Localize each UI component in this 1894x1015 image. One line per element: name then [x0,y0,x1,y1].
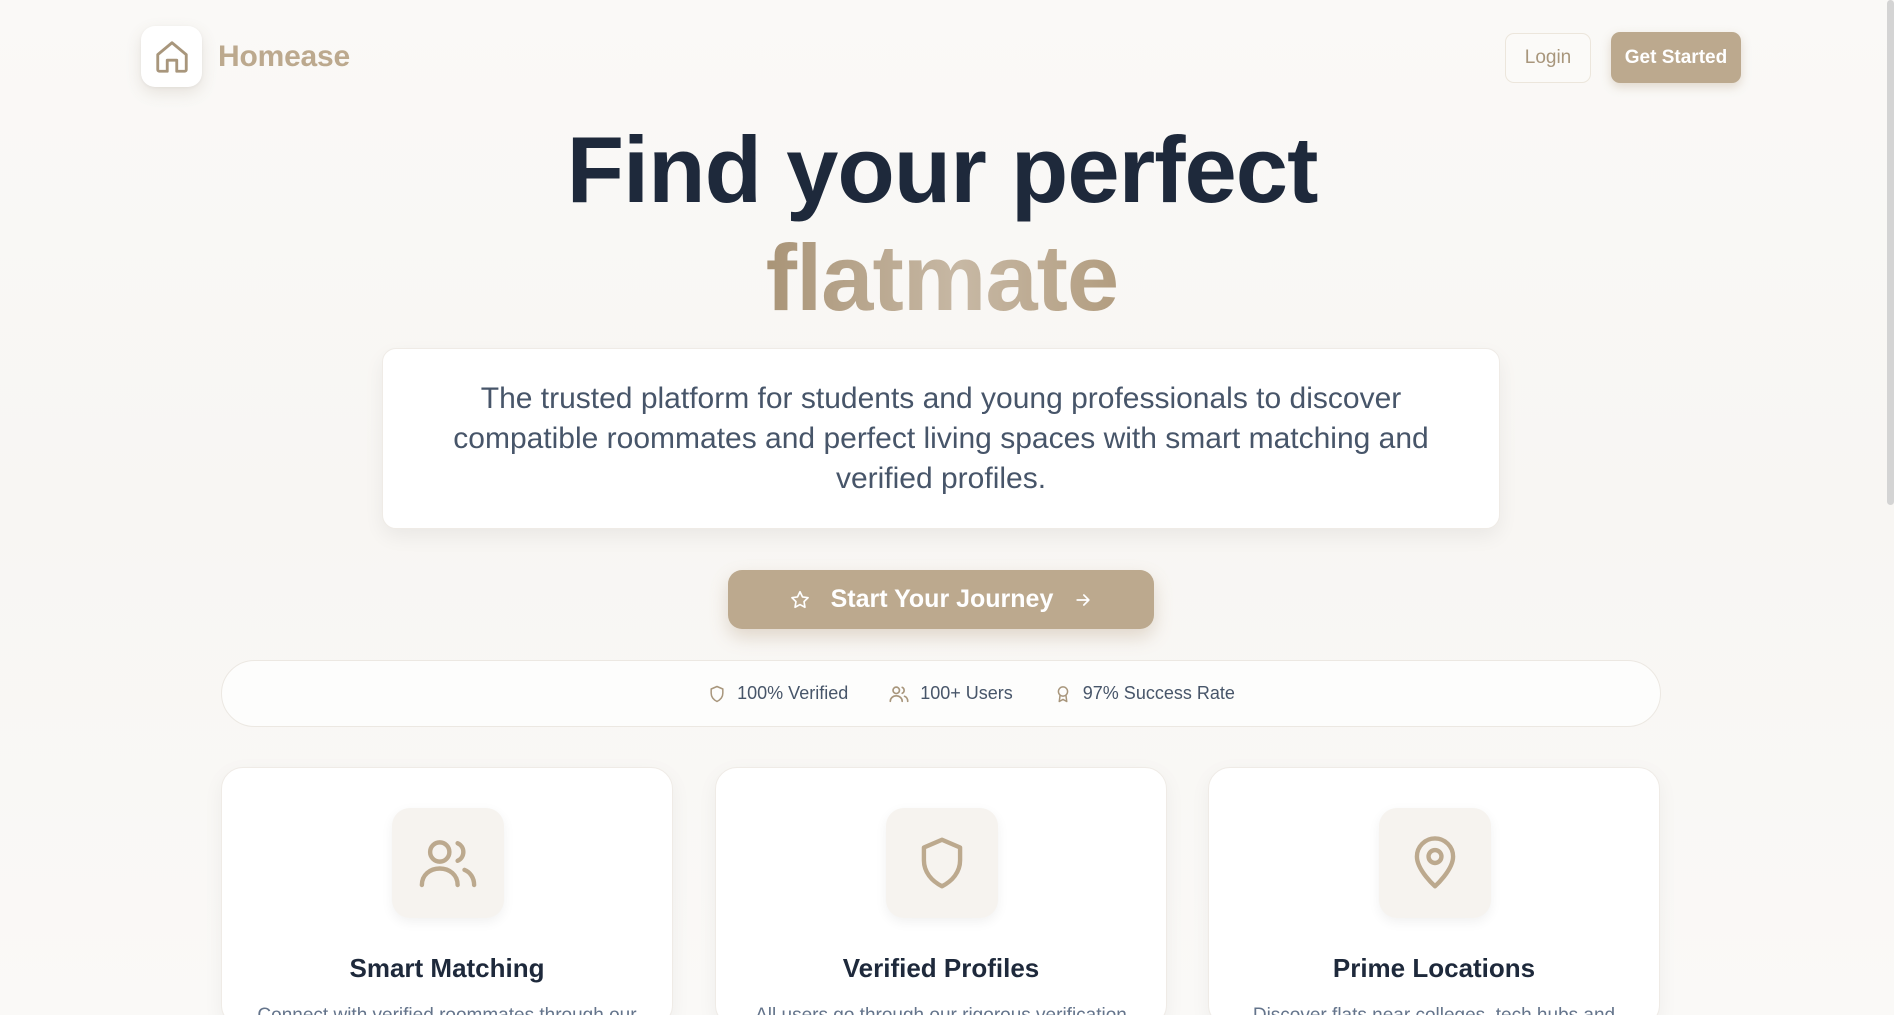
start-journey-button[interactable]: Start Your Journey [728,570,1154,629]
feature-title: Smart Matching [349,953,545,983]
users-icon [419,840,477,888]
feature-card-prime-locations[interactable]: Prime Locations Discover flats near coll… [1208,767,1660,1015]
stat-label: 97% Success Rate [1082,683,1235,703]
star-icon [790,590,809,608]
home-icon [155,40,188,73]
stat-users: 100+ Users [888,683,1013,705]
award-icon [1057,685,1069,702]
logo-badge[interactable] [141,26,202,87]
stat-success: 97% Success Rate [1053,683,1235,704]
stat-verified: 100% Verified [707,683,848,704]
feature-title: Prime Locations [1332,953,1536,983]
landing-page: Homease Login Get Started Find your perf… [0,0,1894,1015]
stat-label: 100% Verified [737,683,849,703]
feature-icon-box [1379,808,1491,918]
feature-text: Connect with verified roommates through … [252,1005,642,1015]
hero-description-card: The trusted platform for students and yo… [382,348,1500,529]
feature-icon-box [886,808,998,918]
shield-icon [710,685,724,702]
start-journey-label: Start Your Journey [830,585,1054,613]
feature-title: Verified Profiles [842,953,1040,983]
hero-title: Find your perfect [566,117,1319,222]
shield-icon [921,837,963,889]
users-icon [889,685,909,702]
feature-text: Discover flats near colleges, tech hubs … [1239,1005,1629,1015]
feature-icon-box [392,808,504,918]
stats-bar: 100% Verified 100+ Users 97% Success Rat… [221,660,1661,727]
feature-text: All users go through our rigorous verifi… [746,1005,1136,1015]
hero-description: The trusted platform for students and yo… [453,381,1429,495]
feature-card-verified-profiles[interactable]: Verified Profiles All users go through o… [715,767,1167,1015]
page-scrollbar[interactable] [1887,0,1894,505]
hero-title-highlight: flatmate [0,226,1884,329]
hero-title-highlight-text: flatmate [765,225,1119,330]
map-pin-icon [1414,836,1456,889]
arrow-right-icon [1076,593,1091,606]
brand-name[interactable]: Homease [218,40,350,74]
stat-label: 100+ Users [920,683,1013,703]
get-started-button[interactable]: Get Started [1611,32,1741,83]
login-button[interactable]: Login [1505,33,1591,83]
feature-card-smart-matching[interactable]: Smart Matching Connect with verified roo… [221,767,673,1015]
